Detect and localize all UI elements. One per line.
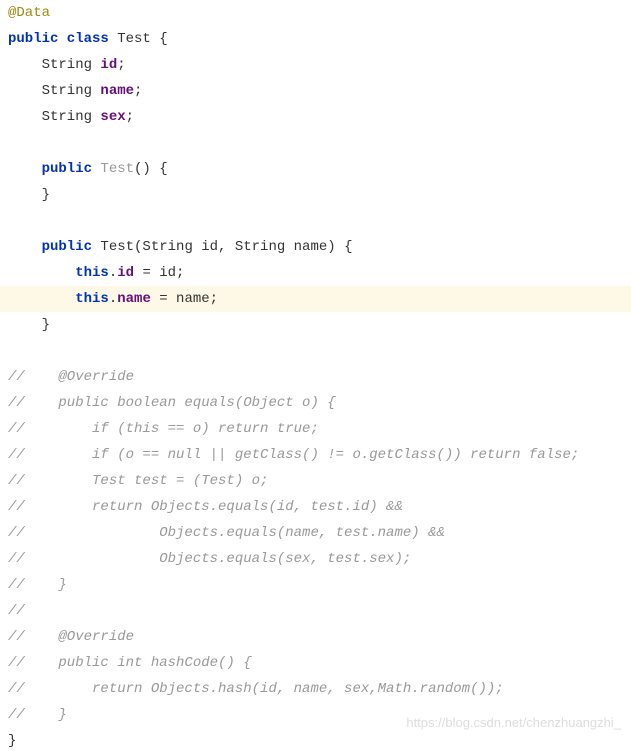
text-token: . <box>109 291 117 307</box>
comment-token: // public int hashCode() { <box>8 655 252 671</box>
method-token: Test <box>100 161 134 177</box>
code-line: // @Override <box>0 364 631 390</box>
text-token: String <box>8 109 100 125</box>
code-line: // return Objects.hash(id, name, sex,Mat… <box>0 676 631 702</box>
keyword-token: public <box>8 161 100 177</box>
code-line: } <box>0 312 631 338</box>
code-line: // @Override <box>0 624 631 650</box>
code-line: // public int hashCode() { <box>0 650 631 676</box>
text-token: ; <box>117 57 125 73</box>
field-token: id <box>117 265 142 281</box>
comment-token: // return Objects.hash(id, name, sex,Mat… <box>8 681 504 697</box>
annotation-token: @Data <box>8 5 50 21</box>
comment-token: // <box>8 603 25 619</box>
method-token: Test <box>100 239 134 255</box>
text-token: ; <box>126 109 134 125</box>
code-editor: @Data public class Test { String id; Str… <box>0 0 631 754</box>
code-line: } <box>0 182 631 208</box>
keyword-token: this <box>8 265 109 281</box>
code-line <box>0 208 631 234</box>
field-token: sex <box>100 109 125 125</box>
code-line: // <box>0 598 631 624</box>
code-line: // public boolean equals(Object o) { <box>0 390 631 416</box>
code-line: // Objects.equals(sex, test.sex); <box>0 546 631 572</box>
comment-token: // Test test = (Test) o; <box>8 473 268 489</box>
code-line: // if (this == o) return true; <box>0 416 631 442</box>
keyword-token: public <box>8 239 100 255</box>
comment-token: // public boolean equals(Object o) { <box>8 395 336 411</box>
code-line: public Test() { <box>0 156 631 182</box>
code-line: // Objects.equals(name, test.name) && <box>0 520 631 546</box>
comment-token: // @Override <box>8 629 134 645</box>
text-token: } <box>8 187 50 203</box>
comment-token: // Objects.equals(sex, test.sex); <box>8 551 411 567</box>
comment-token: // Objects.equals(name, test.name) && <box>8 525 445 541</box>
code-line: this.id = id; <box>0 260 631 286</box>
code-line: String sex; <box>0 104 631 130</box>
text-token: ; <box>134 83 142 99</box>
code-line: // return Objects.equals(id, test.id) && <box>0 494 631 520</box>
text-token: } <box>8 317 50 333</box>
field-token: name <box>117 291 159 307</box>
comment-token: // if (this == o) return true; <box>8 421 319 437</box>
watermark-text: https://blog.csdn.net/chenzhuangzhi_ <box>406 710 621 736</box>
code-line <box>0 130 631 156</box>
comment-token: // return Objects.equals(id, test.id) && <box>8 499 403 515</box>
code-line: String name; <box>0 78 631 104</box>
code-line: // } <box>0 572 631 598</box>
field-token: name <box>100 83 134 99</box>
comment-token: // if (o == null || getClass() != o.getC… <box>8 447 579 463</box>
field-token: id <box>100 57 117 73</box>
code-line-highlighted: this.name = name; <box>0 286 631 312</box>
comment-token: // @Override <box>8 369 134 385</box>
code-line: @Data <box>0 0 631 26</box>
code-line: String id; <box>0 52 631 78</box>
text-token: () { <box>134 161 168 177</box>
text-token: String <box>8 57 100 73</box>
comment-token: // } <box>8 577 67 593</box>
text-token: Test { <box>117 31 167 47</box>
text-token: = id; <box>142 265 184 281</box>
code-line: // Test test = (Test) o; <box>0 468 631 494</box>
code-line <box>0 338 631 364</box>
code-line: public class Test { <box>0 26 631 52</box>
comment-token: // } <box>8 707 67 723</box>
text-token: = name; <box>159 291 218 307</box>
text-token: } <box>8 733 16 749</box>
text-token: . <box>109 265 117 281</box>
text-token: String <box>8 83 100 99</box>
text-token: (String id, String name) { <box>134 239 352 255</box>
keyword-token: this <box>8 291 109 307</box>
keyword-token: public class <box>8 31 117 47</box>
code-line: public Test(String id, String name) { <box>0 234 631 260</box>
code-line: // if (o == null || getClass() != o.getC… <box>0 442 631 468</box>
